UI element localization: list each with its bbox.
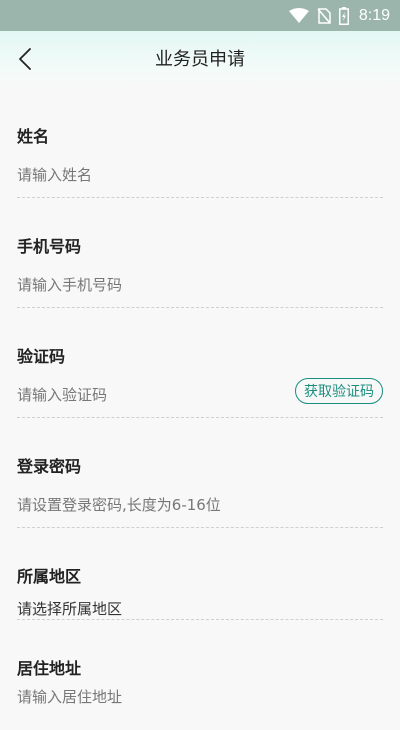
code-input[interactable] [17, 386, 257, 404]
status-bar: 8:19 [0, 0, 400, 31]
region-field-group: 所属地区 请选择所属地区 [0, 528, 400, 620]
region-select[interactable]: 请选择所属地区 [17, 598, 122, 619]
no-sim-icon [317, 7, 331, 24]
application-form: 姓名 手机号码 验证码 获取验证码 登录密码 所属地区 请选择所属地区 居住地址 [0, 88, 400, 730]
page-title: 业务员申请 [155, 49, 245, 70]
phone-input[interactable] [17, 276, 277, 294]
get-code-button[interactable]: 获取验证码 [295, 378, 383, 404]
code-label: 验证码 [17, 347, 66, 366]
name-input[interactable] [17, 166, 277, 184]
status-time: 8:19 [358, 6, 390, 24]
address-label: 居住地址 [17, 659, 82, 678]
password-field-group: 登录密码 [0, 418, 400, 528]
phone-field-group: 手机号码 [0, 198, 400, 308]
region-label: 所属地区 [17, 567, 82, 586]
address-field-group: 居住地址 [0, 620, 400, 730]
app-header: 业务员申请 [0, 31, 400, 88]
code-field-group: 验证码 获取验证码 [0, 308, 400, 418]
phone-label: 手机号码 [17, 237, 82, 256]
password-input[interactable] [17, 496, 347, 514]
password-label: 登录密码 [17, 457, 82, 476]
wifi-icon [288, 7, 309, 23]
status-icons: 8:19 [288, 0, 390, 31]
name-label: 姓名 [17, 127, 50, 146]
address-input[interactable] [17, 688, 277, 706]
name-field-group: 姓名 [0, 88, 400, 198]
battery-icon [338, 6, 349, 25]
